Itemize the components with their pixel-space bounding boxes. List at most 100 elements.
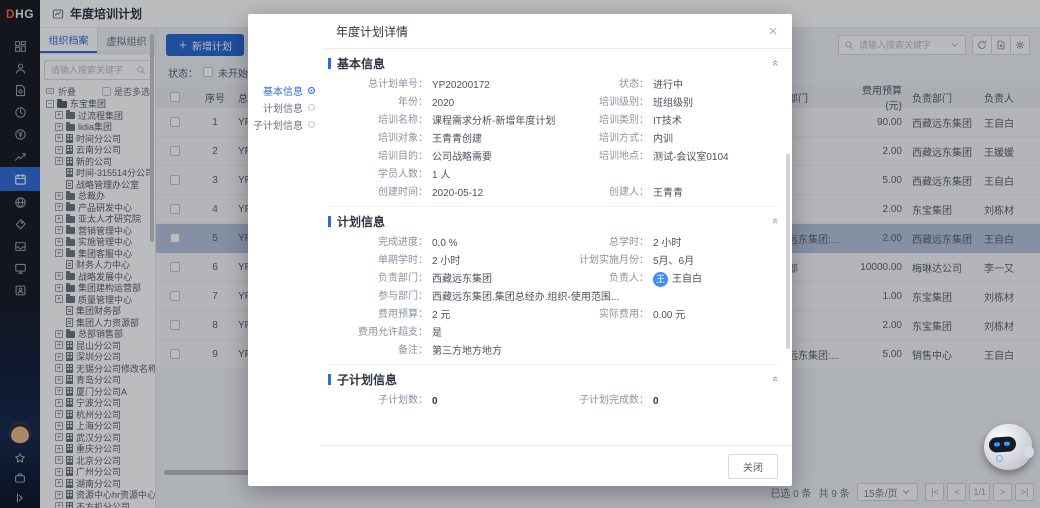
field-value: 2 小时 <box>428 254 460 269</box>
field-cell: 培训方式：内训 <box>557 129 778 147</box>
field-row: 负责部门：西藏远东集团 负责人：王王自白 <box>336 269 778 287</box>
field-cell: 年份：2020 <box>336 93 557 111</box>
field-label: 费用预算： <box>336 308 428 323</box>
field-value: 0.0 % <box>428 236 458 251</box>
section-title: 子计划信息 <box>337 371 766 388</box>
modal-section-nav: 基本信息计划信息子计划信息 <box>248 14 322 486</box>
modal-section: 计划信息«完成进度：0.0 %总学时：2 小时单期学时：2 小时计划实施月份：5… <box>328 206 778 359</box>
field-label: 年份： <box>336 96 428 111</box>
field-label: 培训地点： <box>557 150 649 165</box>
field-label: 培训方式： <box>557 132 649 147</box>
field-row: 培训名称：课程需求分析-新增年度计划培训类别：IT技术 <box>336 111 778 129</box>
section-title: 计划信息 <box>337 213 766 230</box>
field-row: 参与部门：西藏远东集团.集团总经办.组织-使用范围... <box>336 287 778 305</box>
field-cell: 负责人：王王自白 <box>557 269 778 287</box>
modal-scrollbar[interactable] <box>786 154 790 349</box>
modal-nav-label: 子计划信息 <box>253 117 303 132</box>
field-row: 费用允许超支：是 <box>336 323 778 341</box>
field-value: 测试-会议室0104 <box>649 150 729 165</box>
field-label: 总计划单号： <box>336 78 428 93</box>
collapse-section-icon[interactable]: « <box>769 60 781 66</box>
field-row: 创建时间：2020-05-12创建人：王青青 <box>336 183 778 201</box>
field-cell: 创建时间：2020-05-12 <box>336 183 557 201</box>
field-cell: 子计划数：0 <box>336 391 557 409</box>
field-cell: 培训级别：班组级别 <box>557 93 778 111</box>
modal-body: 年度计划详情 基本信息«总计划单号：YP20200172状态：进行中年份：202… <box>322 14 792 486</box>
field-value: 公司战略需要 <box>428 150 492 165</box>
section-marker <box>328 374 331 385</box>
field-row: 子计划数：0子计划完成数：0 <box>336 391 778 409</box>
field-row: 备注：第三方地方地方 <box>336 341 778 359</box>
close-icon[interactable] <box>768 26 778 36</box>
modal-section: 基本信息«总计划单号：YP20200172状态：进行中年份：2020培训级别：班… <box>328 51 778 201</box>
field-value: 2020-05-12 <box>428 186 483 201</box>
field-value: 班组级别 <box>649 96 693 111</box>
field-value: 2 小时 <box>649 236 681 251</box>
field-label: 参与部门： <box>336 290 428 305</box>
modal-header: 年度计划详情 <box>322 14 792 49</box>
close-button[interactable]: 关闭 <box>728 454 778 479</box>
field-value: 王王自白 <box>649 272 702 287</box>
field-cell: 费用预算：2 元 <box>336 305 557 323</box>
modal-content: 基本信息«总计划单号：YP20200172状态：进行中年份：2020培训级别：班… <box>322 49 792 445</box>
collapse-section-icon[interactable]: « <box>769 218 781 224</box>
field-value: YP20200172 <box>428 78 490 93</box>
field-row: 完成进度：0.0 %总学时：2 小时 <box>336 233 778 251</box>
field-cell: 总学时：2 小时 <box>557 233 778 251</box>
field-label: 总学时： <box>557 236 649 251</box>
field-row: 总计划单号：YP20200172状态：进行中 <box>336 75 778 93</box>
field-cell: 培训类别：IT技术 <box>557 111 778 129</box>
modal-title: 年度计划详情 <box>336 23 408 40</box>
section-header: 计划信息« <box>328 209 778 233</box>
assistant-robot[interactable] <box>984 424 1032 470</box>
field-label: 子计划数： <box>336 394 428 409</box>
field-label: 培训级别： <box>557 96 649 111</box>
field-label: 状态： <box>557 78 649 93</box>
person-avatar: 王 <box>653 272 668 287</box>
field-label: 负责部门： <box>336 272 428 287</box>
field-cell: 单期学时：2 小时 <box>336 251 557 269</box>
collapse-section-icon[interactable]: « <box>769 376 781 382</box>
field-value: 0.00 元 <box>649 308 685 323</box>
field-value: 第三方地方地方 <box>428 344 502 359</box>
field-value: 是 <box>428 326 442 341</box>
field-cell: 完成进度：0.0 % <box>336 233 557 251</box>
field-label: 备注： <box>336 344 428 359</box>
modal-nav-基本信息[interactable]: 基本信息 <box>248 82 322 99</box>
modal-nav-计划信息[interactable]: 计划信息 <box>248 99 322 116</box>
field-value: 课程需求分析-新增年度计划 <box>428 114 555 129</box>
section-header: 基本信息« <box>328 51 778 75</box>
field-label: 单期学时： <box>336 254 428 269</box>
field-value: 进行中 <box>649 78 683 93</box>
field-label: 费用允许超支： <box>336 326 428 341</box>
field-value: 西藏远东集团 <box>428 272 492 287</box>
field-row: 培训对象：王青青创建培训方式：内训 <box>336 129 778 147</box>
field-value: 5月、6月 <box>649 254 694 269</box>
modal-nav-label: 基本信息 <box>263 83 303 98</box>
field-cell: 子计划完成数：0 <box>557 391 778 409</box>
robot-head-icon <box>984 424 1032 470</box>
section-marker <box>328 58 331 69</box>
field-value: 2020 <box>428 96 454 111</box>
field-row: 费用预算：2 元实际费用：0.00 元 <box>336 305 778 323</box>
field-label: 实际费用： <box>557 308 649 323</box>
field-label: 负责人： <box>557 272 649 287</box>
field-cell: 备注：第三方地方地方 <box>336 341 778 359</box>
field-cell: 总计划单号：YP20200172 <box>336 75 557 93</box>
modal-section: 子计划信息«子计划数：0子计划完成数：0 <box>328 364 778 409</box>
app-root: DHG 年度培训计划 组织档案虚拟组织 折叠 是否多选 <box>0 0 1040 508</box>
modal-nav-label: 计划信息 <box>263 100 303 115</box>
field-cell: 培训目的：公司战略需要 <box>336 147 557 165</box>
section-header: 子计划信息« <box>328 367 778 391</box>
field-value: 王青青 <box>649 186 683 201</box>
field-cell: 状态：进行中 <box>557 75 778 93</box>
field-value: 内训 <box>649 132 673 147</box>
field-value: 西藏远东集团.集团总经办.组织-使用范围... <box>428 290 619 305</box>
field-value: 0 <box>428 394 438 409</box>
field-label: 培训类别： <box>557 114 649 129</box>
modal-nav-子计划信息[interactable]: 子计划信息 <box>248 116 322 133</box>
field-cell: 学员人数：1 人 <box>336 165 778 183</box>
field-label: 学员人数： <box>336 168 428 183</box>
field-cell: 培训对象：王青青创建 <box>336 129 557 147</box>
field-row: 单期学时：2 小时计划实施月份：5月、6月 <box>336 251 778 269</box>
